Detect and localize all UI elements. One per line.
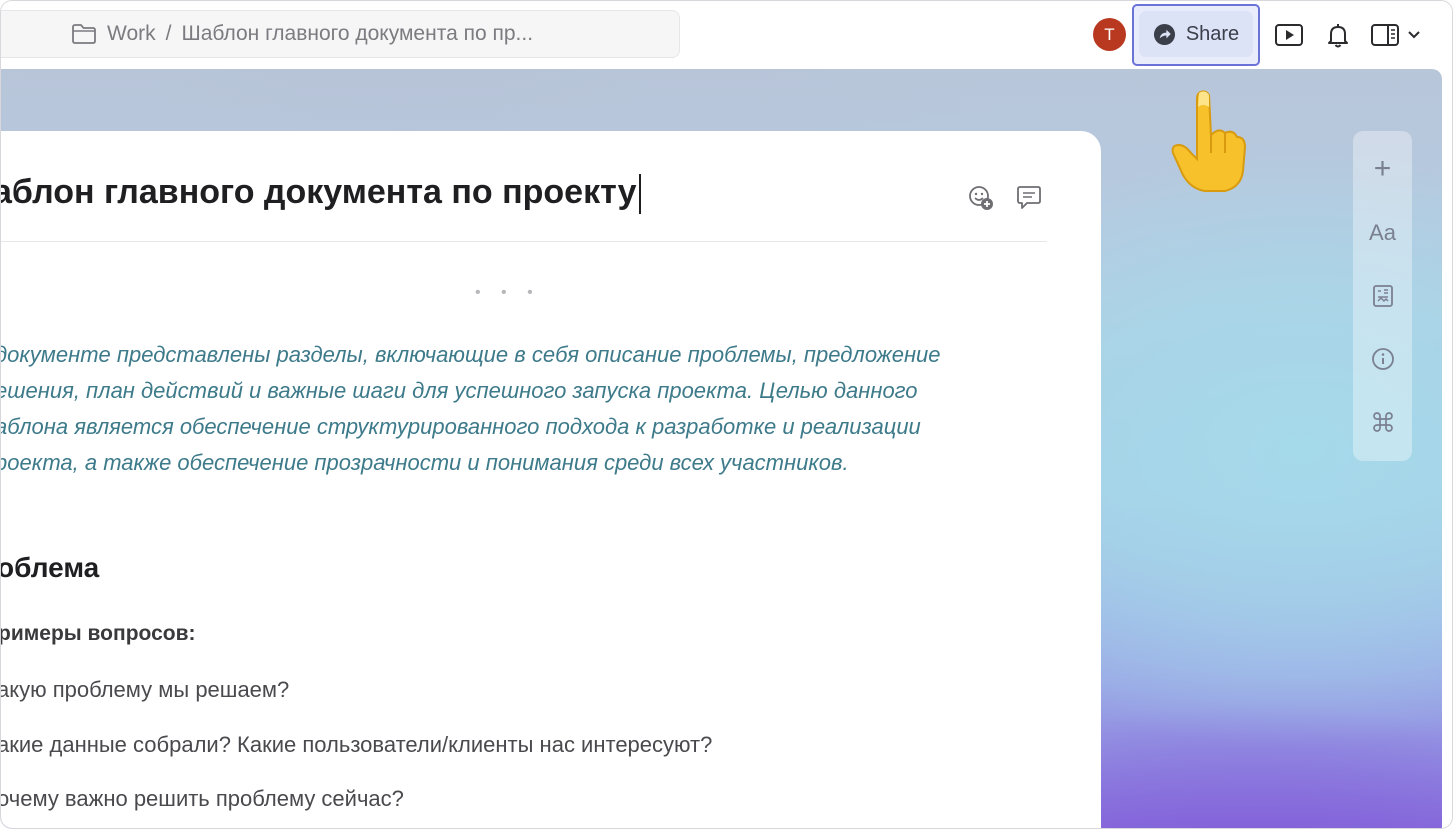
avatar[interactable]: T: [1093, 18, 1126, 51]
text-caret: [638, 174, 641, 215]
page-title[interactable]: аблон главного документа по проекту: [1, 173, 641, 215]
breadcrumb-workspace[interactable]: Work: [107, 22, 156, 46]
page-title-text[interactable]: аблон главного документа по проекту: [1, 173, 637, 211]
app-window: Work / Шаблон главного документа по пр..…: [0, 0, 1453, 829]
question-item[interactable]: очему важно решить проблему сейчас?: [1, 786, 404, 812]
present-icon[interactable]: [1274, 21, 1304, 49]
panel-toggle-icon[interactable]: [1370, 21, 1400, 49]
add-emoji-icon[interactable]: [967, 184, 995, 212]
info-icon[interactable]: [1353, 339, 1412, 379]
intro-line: роекта, а также обеспечение прозрачности…: [0, 450, 849, 475]
question-item[interactable]: акую проблему мы решаем?: [1, 677, 289, 703]
template-icon[interactable]: [1353, 276, 1412, 316]
section-subheading[interactable]: римеры вопросов:: [1, 622, 195, 646]
share-arrow-icon: [1153, 23, 1176, 46]
more-dots[interactable]: • • •: [475, 284, 541, 302]
share-label: Share: [1185, 22, 1240, 45]
breadcrumb[interactable]: Work / Шаблон главного документа по пр..…: [1, 10, 680, 58]
share-button[interactable]: Share: [1139, 11, 1253, 57]
hand-pointer-icon: [1169, 87, 1247, 197]
intro-line: документе представлены разделы, включающ…: [0, 342, 941, 367]
window-edge: [1442, 69, 1452, 828]
folder-icon: [71, 23, 97, 45]
question-item[interactable]: акие данные собрали? Какие пользователи/…: [1, 732, 712, 758]
breadcrumb-separator: /: [165, 22, 172, 45]
intro-line: аблона является обеспечение структуриров…: [0, 414, 921, 439]
top-bar: Work / Шаблон главного документа по пр..…: [1, 1, 1452, 69]
bell-icon[interactable]: [1323, 21, 1353, 49]
command-icon[interactable]: [1353, 402, 1412, 442]
comment-icon[interactable]: [1015, 184, 1043, 212]
plus-icon[interactable]: +: [1353, 149, 1412, 189]
intro-line: ешения, план действий и важные шаги для …: [0, 378, 918, 403]
breadcrumb-doc[interactable]: Шаблон главного документа по пр...: [181, 22, 533, 46]
right-toolbar: + Aa: [1353, 131, 1412, 461]
chevron-down-icon[interactable]: [1406, 21, 1422, 49]
text-style-icon[interactable]: Aa: [1353, 213, 1412, 253]
title-divider: [1, 241, 1047, 242]
intro-paragraph[interactable]: документе представлены разделы, включающ…: [0, 337, 1055, 481]
section-heading[interactable]: облема: [1, 552, 99, 584]
